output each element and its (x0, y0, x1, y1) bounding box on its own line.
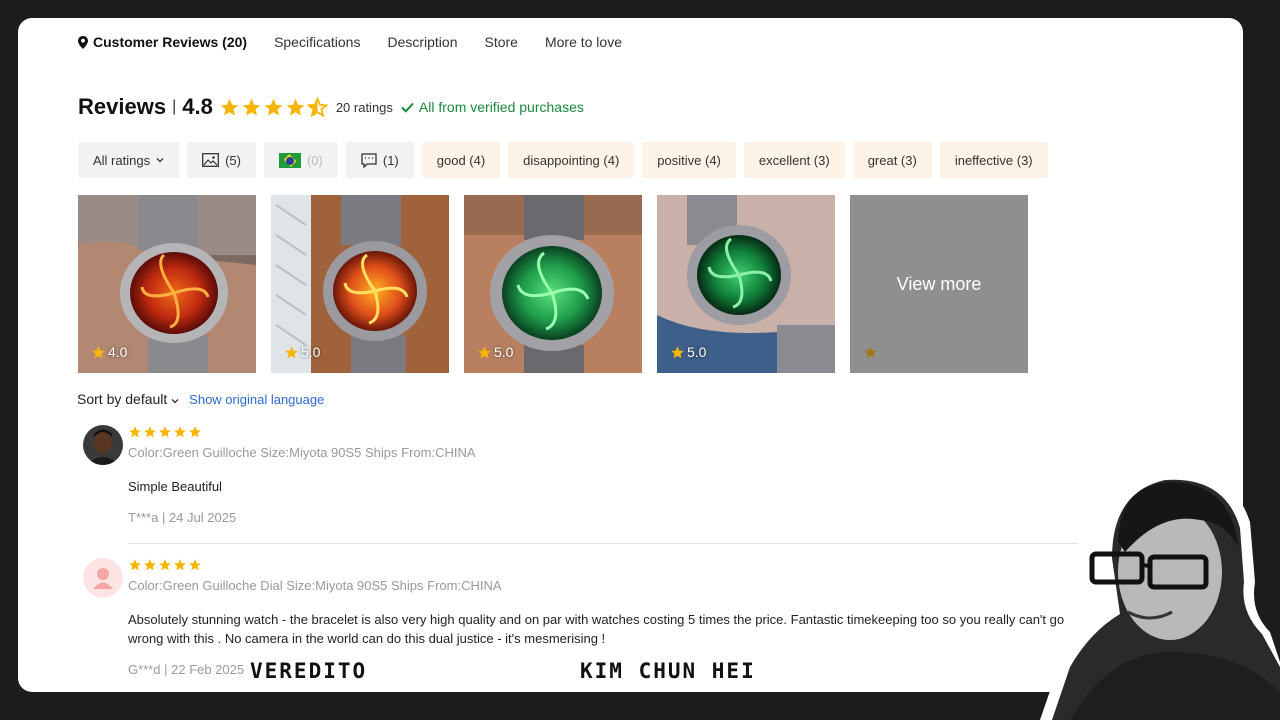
verified-label: All from verified purchases (418, 99, 584, 115)
review-photo[interactable]: 5.0 (464, 195, 642, 373)
tab-store[interactable]: Store (484, 34, 517, 50)
photo-rating: 5.0 (284, 344, 320, 360)
reviews-title: Reviews (78, 94, 167, 119)
all-ratings-dropdown[interactable]: All ratings (78, 142, 180, 178)
star-icon (159, 559, 171, 571)
caption-presenter-name: KIM CHUN HEI (580, 659, 756, 683)
show-original-language-link[interactable]: Show original language (189, 392, 324, 407)
filter-with-comments[interactable]: (1) (345, 142, 414, 178)
user-photo-avatar (83, 425, 123, 465)
star-icon (144, 559, 156, 571)
location-pin-icon (78, 35, 88, 49)
presenter-cutout (1040, 467, 1280, 720)
tab-description[interactable]: Description (387, 34, 457, 50)
photo-rating: 5.0 (477, 344, 513, 360)
photo-rating-value: 5.0 (494, 344, 514, 360)
star-icon (864, 346, 877, 359)
all-ratings-label: All ratings (93, 152, 151, 168)
star-icon (174, 559, 186, 571)
filter-country[interactable]: (0) (263, 142, 338, 178)
star-icon (189, 559, 201, 571)
view-more-photos-button[interactable]: View more (850, 195, 1028, 373)
avatar (83, 558, 123, 598)
star-icon (189, 426, 201, 438)
review-text: Absolutely stunning watch - the bracelet… (128, 612, 1065, 646)
sort-row: Sort by default Show original language (77, 391, 324, 407)
sort-label: Sort by default (77, 391, 168, 407)
tab-more-to-love[interactable]: More to love (545, 34, 622, 50)
photo-rating (863, 345, 878, 360)
photos-count: (5) (225, 152, 241, 168)
chevron-down-icon (156, 158, 164, 163)
image-icon (202, 153, 220, 167)
avatar (83, 425, 123, 465)
tab-customer-reviews-label: Customer Reviews (20) (93, 34, 248, 50)
tag-chip[interactable]: good (4) (421, 142, 501, 178)
review-photos: 4.0 5.0 5.0 5.0 View more (78, 195, 1028, 373)
tag-chip[interactable]: disappointing (4) (508, 142, 635, 178)
star-icon (144, 426, 156, 438)
star-icon (174, 426, 186, 438)
star-icon (92, 345, 105, 358)
star-icon (264, 98, 283, 116)
tag-chip[interactable]: great (3) (852, 142, 932, 178)
photo-rating: 4.0 (91, 344, 127, 360)
ratings-count: 20 ratings (335, 99, 393, 115)
star-icon (285, 345, 298, 358)
sort-dropdown[interactable]: Sort by default (77, 391, 179, 407)
star-icon (286, 98, 305, 116)
reviews-summary: Reviews | 4.8 20 ratings All from verifi… (78, 94, 584, 120)
comments-count: (1) (382, 152, 399, 168)
photo-rating-value: 5.0 (301, 344, 321, 360)
review-photo[interactable]: 5.0 (271, 195, 449, 373)
comment-icon (361, 152, 377, 168)
product-tabs: Customer Reviews (20) Specifications Des… (78, 34, 622, 50)
tag-chip[interactable]: positive (4) (642, 142, 736, 178)
default-user-icon (83, 558, 123, 598)
verified-badge: All from verified purchases (401, 99, 584, 115)
view-more-label: View more (896, 273, 982, 294)
review-photo[interactable]: 4.0 (78, 195, 256, 373)
chevron-down-icon (171, 399, 179, 404)
checkmark-icon (401, 102, 414, 113)
half-star-icon (306, 96, 328, 117)
tab-specifications[interactable]: Specifications (274, 34, 360, 50)
star-icon (478, 345, 491, 358)
photo-rating-value: 5.0 (687, 344, 707, 360)
tag-chip[interactable]: excellent (3) (743, 142, 845, 178)
photo-rating-value: 4.0 (108, 344, 128, 360)
average-stars (219, 96, 328, 118)
star-icon (242, 98, 261, 116)
caption-verdict: VEREDITO (250, 659, 368, 683)
brazil-flag-icon (278, 152, 301, 168)
tab-customer-reviews[interactable]: Customer Reviews (20) (78, 34, 247, 50)
review-filters: All ratings (5) (0) (1) good (4) disappo… (78, 142, 1048, 178)
star-icon (671, 345, 684, 358)
star-icon (159, 426, 171, 438)
review-photo[interactable]: 5.0 (657, 195, 835, 373)
tag-chip[interactable]: ineffective (3) (939, 142, 1048, 178)
star-icon (129, 426, 141, 438)
title-separator: | (172, 98, 177, 115)
review-attributes: Color:Green Guilloche Size:Miyota 90S5 S… (128, 445, 476, 460)
star-icon (129, 559, 141, 571)
filter-with-photos[interactable]: (5) (187, 142, 256, 178)
review-stars (128, 425, 1228, 439)
average-score: 4.8 (182, 94, 213, 119)
country-count: (0) (306, 152, 323, 168)
star-icon (220, 98, 239, 116)
review-divider (128, 543, 1078, 544)
photo-rating: 5.0 (670, 344, 706, 360)
